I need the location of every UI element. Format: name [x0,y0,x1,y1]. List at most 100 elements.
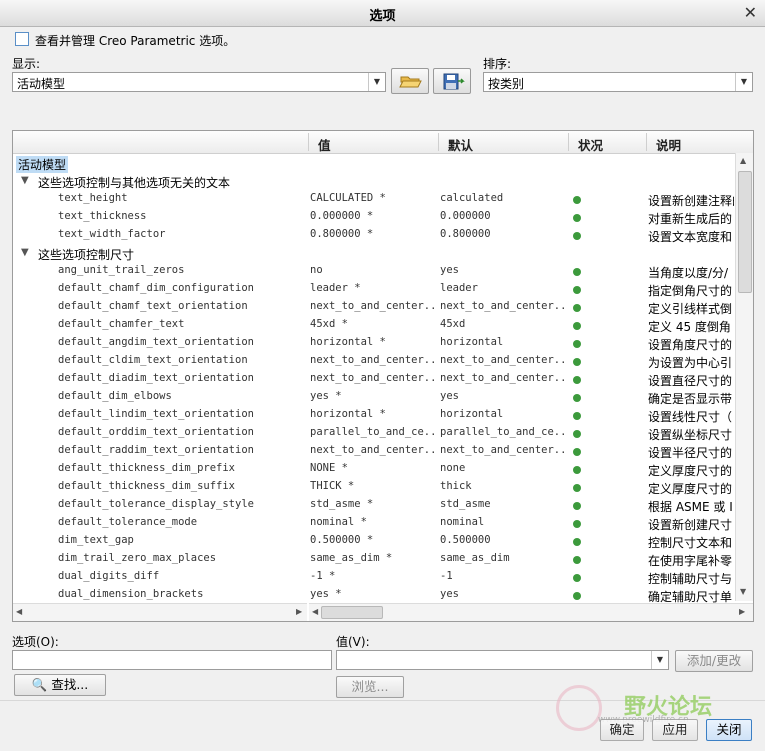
tree-group[interactable]: ▼ 这些选项控制与其他选项无关的文本 [13,172,735,190]
option-row[interactable]: default_raddim_text_orientation next_to_a… [13,442,735,460]
display-select[interactable]: 活动模型 ▼ [12,72,386,92]
column-description[interactable]: 说明 [656,135,681,154]
window-title: 选项 [369,9,396,24]
option-row[interactable]: dim_text_gap 0.500000 * 0.500000 控制尺寸文本和 [13,532,735,550]
option-row[interactable]: text_height CALCULATED * calculated 设置新创建注释… [13,190,735,208]
watermark-logo-icon [556,685,602,731]
option-value: yes * [310,588,342,600]
option-default: horizontal [440,336,504,348]
option-description: 在使用字尾补零 [648,554,733,568]
horizontal-scroll-thumb[interactable] [321,606,383,619]
option-default: yes [440,588,459,600]
scroll-right-icon[interactable]: ▶ [296,607,302,616]
option-row[interactable]: default_lindim_text_orientation horizonta… [13,406,735,424]
option-description: 控制尺寸文本和 [648,536,733,550]
apply-button[interactable]: 应用 [652,719,698,741]
expand-triangle-icon[interactable]: ▼ [21,247,29,258]
scroll-up-icon[interactable]: ▲ [740,156,746,165]
scroll-left-icon[interactable]: ◀ [312,607,318,616]
scroll-right-icon[interactable]: ▶ [739,607,745,616]
close-icon[interactable]: ✕ [744,3,757,22]
browse-button[interactable]: 浏览... [336,676,404,698]
options-table[interactable]: 值 默认 状况 说明 活动模型 ▼ 这些选项控制与其他选项无关的文本 text_hei… [12,130,754,622]
option-name: default_diadim_text_orientation [58,372,254,384]
option-row[interactable]: text_thickness 0.000000 * 0.000000 对重新生成后的 [13,208,735,226]
option-default: next_to_and_center... [440,372,566,384]
option-default: std_asme [440,498,491,510]
option-row[interactable]: default_thickness_dim_suffix THICK * thick… [13,478,735,496]
option-description: 定义 45 度倒角 [648,320,731,334]
display-select-value: 活动模型 [17,77,66,91]
option-row[interactable]: default_chamf_dim_configuration leader * l… [13,280,735,298]
option-row[interactable]: default_tolerance_mode nominal * nominal 设置… [13,514,735,532]
folder-open-icon [399,76,422,88]
horizontal-scrollbar-right[interactable]: ◀ ▶ [309,603,753,621]
option-value: same_as_dim * [310,552,393,564]
add-change-button[interactable]: 添加/更改 [675,650,753,672]
open-config-button[interactable] [391,68,429,94]
option-default: -1 [440,570,453,582]
save-config-button[interactable] [433,68,471,94]
option-row[interactable]: default_thickness_dim_prefix NONE * none 定义… [13,460,735,478]
option-row[interactable]: ang_unit_trail_zeros no yes 当角度以度/分/ [13,262,735,280]
expand-triangle-icon[interactable]: ▼ [21,175,29,186]
sort-select[interactable]: 按类别 ▼ [483,72,753,92]
option-name: dim_trail_zero_max_places [58,552,217,564]
option-default: yes [440,264,459,276]
vertical-scrollbar[interactable]: ▲ ▼ [735,153,753,601]
option-row[interactable]: dual_dimension_brackets yes * yes 确定辅助尺寸单 [13,586,735,604]
save-icon [443,73,465,90]
column-default[interactable]: 默认 [448,135,473,154]
option-value: no [310,264,323,276]
find-button-label: 查找... [51,677,89,692]
chevron-down-icon[interactable]: ▼ [368,73,385,91]
chevron-down-icon[interactable]: ▼ [651,651,668,669]
status-ok-icon [573,556,581,564]
option-row[interactable]: default_angdim_text_orientation horizonta… [13,334,735,352]
vertical-scroll-thumb[interactable] [738,171,752,293]
column-value[interactable]: 值 [318,135,331,154]
option-value: THICK * [310,480,355,492]
option-value: nominal * [310,516,367,528]
option-row[interactable]: default_diadim_text_orientation next_to_a… [13,370,735,388]
option-default: 0.500000 [440,534,491,546]
option-input[interactable] [12,650,332,670]
option-row[interactable]: default_chamf_text_orientation next_to_an… [13,298,735,316]
option-name: dim_text_gap [58,534,134,546]
option-row[interactable]: text_width_factor 0.800000 * 0.800000 设置文本宽… [13,226,735,244]
option-row[interactable]: default_orddim_text_orientation parallel_… [13,424,735,442]
option-row[interactable]: default_cldim_text_orientation next_to_an… [13,352,735,370]
option-row[interactable]: default_chamfer_text 45xd * 45xd 定义 45 度倒角 [13,316,735,334]
option-description: 设置角度尺寸的 [648,338,733,352]
option-default: none [440,462,466,474]
tree-root-item[interactable]: 活动模型 [13,154,735,173]
manage-options-label: 查看并管理 Creo Parametric 选项。 [35,34,236,48]
option-value: -1 * [310,570,336,582]
option-row[interactable]: default_tolerance_display_style std_asme … [13,496,735,514]
status-ok-icon [573,232,581,240]
option-name: default_chamf_dim_configuration [58,282,254,294]
chevron-down-icon[interactable]: ▼ [735,73,752,91]
option-description: 指定倒角尺寸的 [648,284,733,298]
manage-options-checkbox[interactable] [15,32,29,46]
option-name: default_chamf_text_orientation [58,300,248,312]
option-default: horizontal [440,408,504,420]
option-description: 为设置为中心引 [648,356,733,370]
ok-button[interactable]: 确定 [600,719,644,741]
value-select[interactable]: ▼ [336,650,669,670]
option-default: next_to_and_center... [440,444,566,456]
close-button[interactable]: 关闭 [706,719,752,741]
option-row[interactable]: dual_digits_diff -1 * -1 控制辅助尺寸与 [13,568,735,586]
option-row[interactable]: dim_trail_zero_max_places same_as_dim * sa… [13,550,735,568]
horizontal-scrollbar-left[interactable]: ◀ ▶ [13,603,307,621]
scroll-left-icon[interactable]: ◀ [16,607,22,616]
search-icon: 🔍 [31,677,48,692]
tree-group[interactable]: ▼ 这些选项控制尺寸 [13,244,735,262]
option-row[interactable]: default_dim_elbows yes * yes 确定是否显示带 [13,388,735,406]
scroll-down-icon[interactable]: ▼ [740,587,746,596]
value-field-label: 值(V): [336,635,370,649]
option-name: default_lindim_text_orientation [58,408,254,420]
find-button[interactable]: 🔍 查找... [14,674,106,696]
status-ok-icon [573,196,581,204]
column-status[interactable]: 状况 [578,135,603,154]
